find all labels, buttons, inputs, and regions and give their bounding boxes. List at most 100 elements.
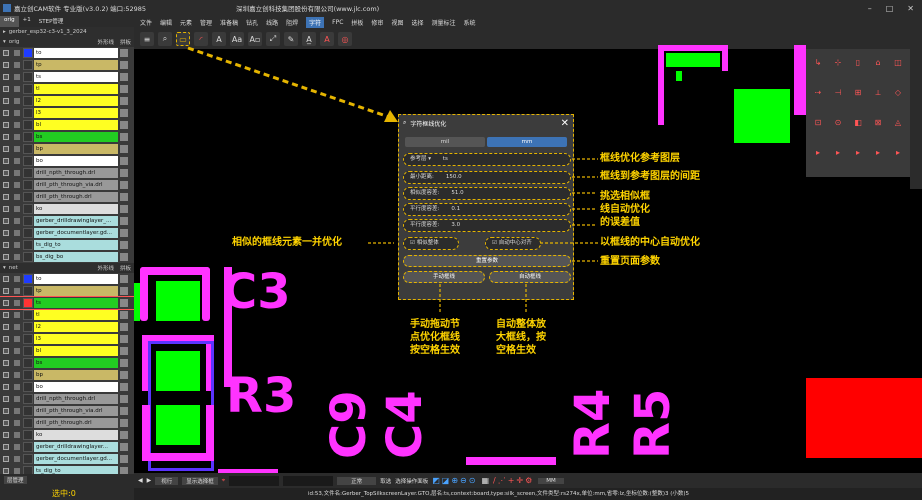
tool-icon[interactable]: ⊹ [832, 58, 844, 70]
tool-icon[interactable]: ▸ [832, 148, 844, 160]
layer-checkbox[interactable] [14, 300, 20, 306]
layer-color-swatch[interactable] [23, 394, 33, 404]
visibility-icon[interactable] [3, 348, 9, 354]
next-icon[interactable]: ▶ [147, 477, 152, 484]
layer-state-icon[interactable] [120, 347, 128, 355]
layer-row[interactable]: to [0, 47, 134, 59]
visibility-icon[interactable] [3, 276, 9, 282]
visibility-icon[interactable] [3, 336, 9, 342]
layer-checkbox[interactable] [14, 182, 20, 188]
visibility-icon[interactable] [3, 408, 9, 414]
tab-add[interactable]: +1 [19, 16, 35, 27]
layer-manager-tab[interactable]: 层管理 [4, 476, 27, 484]
layer-color-swatch[interactable] [23, 298, 33, 308]
layer-color-swatch[interactable] [23, 96, 33, 106]
layer-state-icon[interactable] [120, 299, 128, 307]
close-icon[interactable]: ✕ [907, 4, 914, 13]
visibility-icon[interactable] [3, 146, 9, 152]
layer-row[interactable]: tp [0, 59, 134, 71]
layer-row[interactable]: bl [0, 345, 134, 357]
layer-row[interactable]: bo [0, 381, 134, 393]
zoom-icon[interactable]: ⌕ [158, 32, 172, 46]
layer-state-icon[interactable] [120, 407, 128, 415]
layer-checkbox[interactable] [14, 288, 20, 294]
layer-state-icon[interactable] [120, 287, 128, 295]
layer-color-swatch[interactable] [23, 120, 33, 130]
tool-icon[interactable]: ▸ [852, 148, 864, 160]
layer-state-icon[interactable] [120, 205, 128, 213]
layer-checkbox[interactable] [14, 194, 20, 200]
layer-row[interactable]: drill_pth_through.drl [0, 417, 134, 429]
layer-color-swatch[interactable] [23, 240, 33, 250]
layer-state-icon[interactable] [120, 335, 128, 343]
expand-icon[interactable]: ▾ [3, 39, 6, 45]
layer-color-swatch[interactable] [23, 216, 33, 226]
layer-checkbox[interactable] [14, 372, 20, 378]
layer-row[interactable]: ko [0, 203, 134, 215]
menu-item[interactable]: 编辑 [160, 18, 172, 27]
tool-icon[interactable]: ⟂ [872, 88, 884, 100]
tool-icon[interactable]: ⊣ [832, 88, 844, 100]
layer-checkbox[interactable] [14, 98, 20, 104]
visibility-icon[interactable] [3, 420, 9, 426]
visibility-icon[interactable] [3, 242, 9, 248]
layer-color-swatch[interactable] [23, 132, 33, 142]
layer-row[interactable]: ko [0, 429, 134, 441]
menu-item[interactable]: 系统 [463, 18, 475, 27]
visibility-icon[interactable] [3, 384, 9, 390]
tool-icon[interactable]: ◫ [892, 58, 904, 70]
menu-item[interactable]: 文件 [140, 18, 152, 27]
layer-row[interactable]: gerber_documentlayer.gd... [0, 227, 134, 239]
layer-checkbox[interactable] [14, 158, 20, 164]
layer-row[interactable]: gerber_drilldrawinglayer_... [0, 215, 134, 227]
layer-color-swatch[interactable] [23, 72, 33, 82]
tool-icon[interactable]: ⌂ [872, 58, 884, 70]
layer-state-icon[interactable] [120, 145, 128, 153]
visibility-icon[interactable] [3, 206, 9, 212]
visibility-icon[interactable] [3, 170, 9, 176]
layer-color-swatch[interactable] [23, 156, 33, 166]
layer-checkbox[interactable] [14, 134, 20, 140]
layer-color-swatch[interactable] [23, 144, 33, 154]
layer-color-swatch[interactable] [23, 346, 33, 356]
tool-icon[interactable]: ▸ [812, 148, 824, 160]
minimize-icon[interactable]: – [868, 4, 872, 13]
visibility-icon[interactable] [3, 50, 9, 56]
tab-step-manager[interactable]: STEP管理 [35, 16, 68, 27]
layer-color-swatch[interactable] [23, 84, 33, 94]
prev-icon[interactable]: ◀ [138, 477, 143, 484]
layer-checkbox[interactable] [14, 146, 20, 152]
group-net-header[interactable]: ▾ net 外形线 拼板 [0, 263, 134, 273]
visibility-icon[interactable] [3, 218, 9, 224]
tab-orig[interactable]: orig [0, 16, 19, 27]
layer-state-icon[interactable] [120, 371, 128, 379]
layer-state-icon[interactable] [120, 383, 128, 391]
layer-color-swatch[interactable] [23, 192, 33, 202]
layer-row[interactable]: bp [0, 143, 134, 155]
layer-row[interactable]: gerber_drilldrawinglayer... [0, 441, 134, 453]
layer-color-swatch[interactable] [23, 60, 33, 70]
layers-icon[interactable]: ≡ [140, 32, 154, 46]
layer-state-icon[interactable] [120, 157, 128, 165]
layer-checkbox[interactable] [14, 170, 20, 176]
layer-checkbox[interactable] [14, 324, 20, 330]
visibility-icon[interactable] [3, 74, 9, 80]
panel-option[interactable]: 拼板 [120, 264, 131, 272]
layer-checkbox[interactable] [14, 74, 20, 80]
layer-color-swatch[interactable] [23, 180, 33, 190]
layer-row[interactable]: drill_npth_through.drl [0, 167, 134, 179]
menu-item[interactable]: 钻孔 [246, 18, 258, 27]
layer-color-swatch[interactable] [23, 108, 33, 118]
layer-state-icon[interactable] [120, 455, 128, 463]
menu-item[interactable]: 阻焊 [286, 18, 298, 27]
layer-state-icon[interactable] [120, 431, 128, 439]
layer-row[interactable]: bl [0, 119, 134, 131]
menu-item[interactable]: 元素 [180, 18, 192, 27]
edit-icons[interactable]: /⋰+✛⚙ [493, 476, 534, 485]
layer-color-swatch[interactable] [23, 286, 33, 296]
menu-item[interactable]: FPC [332, 19, 343, 26]
layer-checkbox[interactable] [14, 110, 20, 116]
layer-state-icon[interactable] [120, 169, 128, 177]
visibility-icon[interactable] [3, 444, 9, 450]
layer-checkbox[interactable] [14, 122, 20, 128]
